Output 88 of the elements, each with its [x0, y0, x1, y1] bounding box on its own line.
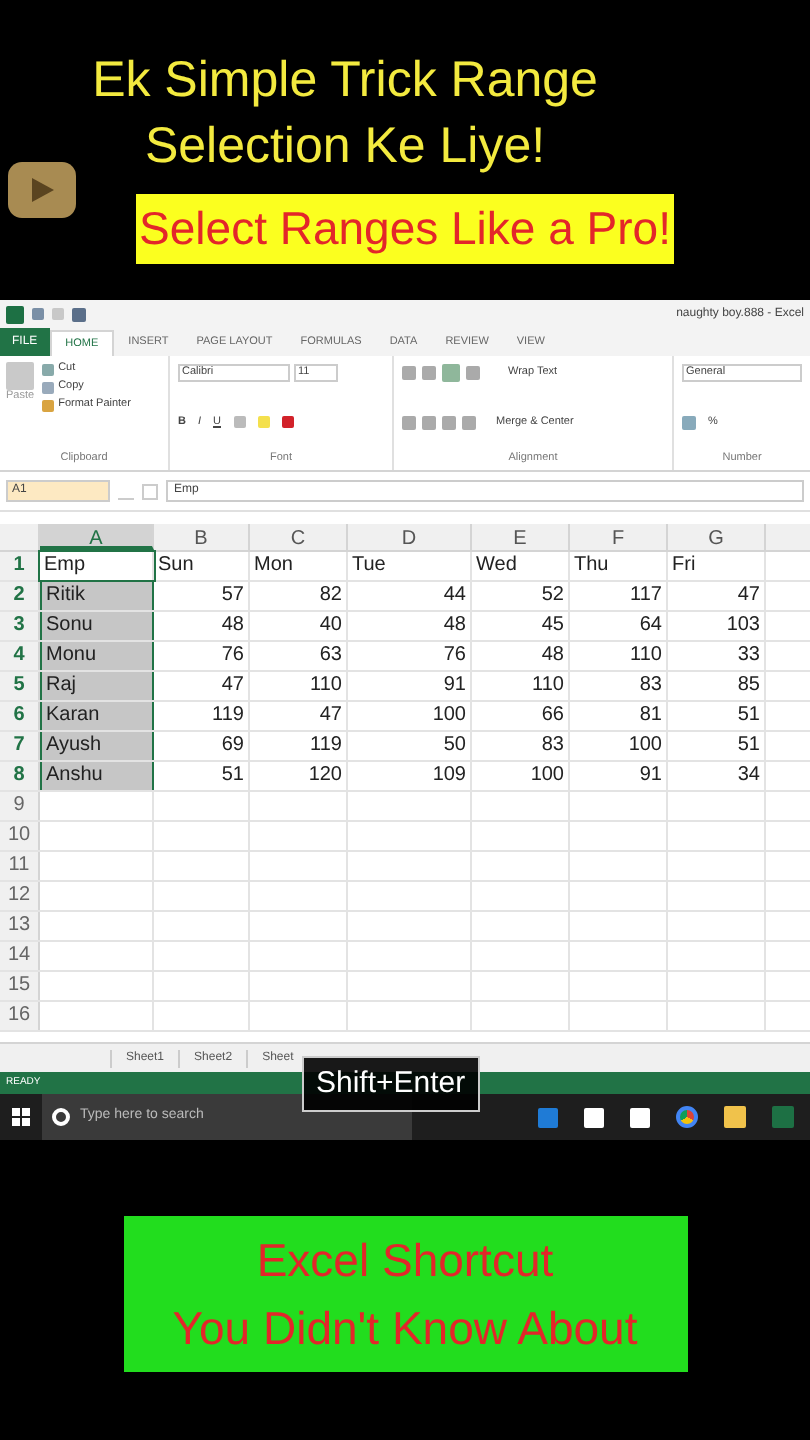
table-cell: 51: [668, 702, 766, 730]
column-header[interactable]: E: [472, 524, 570, 550]
table-cell: 110: [472, 672, 570, 700]
table-cell: 63: [250, 642, 348, 670]
table-cell: Tue: [348, 552, 472, 580]
column-header[interactable]: D: [348, 524, 472, 550]
row-header[interactable]: 15: [0, 972, 40, 1000]
column-header[interactable]: G: [668, 524, 766, 550]
row-header[interactable]: 12: [0, 882, 40, 910]
table-cell: 91: [348, 672, 472, 700]
table-cell: 47: [250, 702, 348, 730]
table-cell: 119: [154, 702, 250, 730]
row-header[interactable]: 3: [0, 612, 40, 640]
table-cell: 48: [348, 612, 472, 640]
column-header[interactable]: A: [40, 524, 154, 550]
table-cell: 33: [668, 642, 766, 670]
cortana-icon: [52, 1108, 70, 1126]
table-cell: 119: [250, 732, 348, 760]
table-cell: Sun: [154, 552, 250, 580]
table-cell: Sonu: [40, 612, 154, 640]
table-cell: 100: [570, 732, 668, 760]
table-cell: 82: [250, 582, 348, 610]
key-overlay: Shift+Enter: [302, 1056, 480, 1112]
table-cell: 66: [472, 702, 570, 730]
table-cell: 50: [348, 732, 472, 760]
row-header[interactable]: 5: [0, 672, 40, 700]
table-cell: 100: [348, 702, 472, 730]
table-cell: Karan: [40, 702, 154, 730]
table-cell: 64: [570, 612, 668, 640]
chrome-icon[interactable]: [676, 1106, 698, 1128]
table-cell: 83: [570, 672, 668, 700]
table-cell: Mon: [250, 552, 348, 580]
row-header[interactable]: 2: [0, 582, 40, 610]
table-cell: 76: [154, 642, 250, 670]
table-cell: 91: [570, 762, 668, 790]
table-cell: 85: [668, 672, 766, 700]
row-header[interactable]: 9: [0, 792, 40, 820]
banner: Select Ranges Like a Pro!: [135, 194, 675, 264]
table-cell: Wed: [472, 552, 570, 580]
column-header[interactable]: F: [570, 524, 668, 550]
table-cell: 34: [668, 762, 766, 790]
table-cell: 100: [472, 762, 570, 790]
row-header[interactable]: 11: [0, 852, 40, 880]
table-cell: 57: [154, 582, 250, 610]
row-header[interactable]: 6: [0, 702, 40, 730]
table-cell: Ritik: [40, 582, 154, 610]
windows-start-icon[interactable]: [12, 1108, 30, 1126]
column-header[interactable]: C: [250, 524, 348, 550]
table-cell: 110: [570, 642, 668, 670]
row-header[interactable]: 14: [0, 942, 40, 970]
table-cell: 110: [250, 672, 348, 700]
table-cell: Anshu: [40, 762, 154, 790]
table-cell: 44: [348, 582, 472, 610]
table-cell: 83: [472, 732, 570, 760]
table-cell: 109: [348, 762, 472, 790]
table-cell: 47: [668, 582, 766, 610]
row-header[interactable]: 7: [0, 732, 40, 760]
table-cell: 117: [570, 582, 668, 610]
play-button-icon: [6, 160, 78, 220]
table-cell: 47: [154, 672, 250, 700]
footer-text: You Didn't Know About: [172, 1300, 638, 1358]
table-cell: 69: [154, 732, 250, 760]
table-cell: 48: [472, 642, 570, 670]
row-header[interactable]: 4: [0, 642, 40, 670]
row-header[interactable]: 13: [0, 912, 40, 940]
table-cell: Raj: [40, 672, 154, 700]
table-cell: 103: [668, 612, 766, 640]
table-cell: 40: [250, 612, 348, 640]
table-cell: 120: [250, 762, 348, 790]
table-cell: Fri: [668, 552, 766, 580]
headline-text: Selection Ke Liye!: [144, 116, 548, 178]
table-cell: 48: [154, 612, 250, 640]
table-cell: Monu: [40, 642, 154, 670]
headline-text: Ek Simple Trick Range: [92, 50, 600, 112]
row-header[interactable]: 1: [0, 552, 40, 580]
table-cell: Emp: [40, 552, 154, 580]
table-cell: 81: [570, 702, 668, 730]
table-cell: 45: [472, 612, 570, 640]
row-header[interactable]: 16: [0, 1002, 40, 1030]
table-cell: 51: [154, 762, 250, 790]
table-cell: 76: [348, 642, 472, 670]
table-cell: 51: [668, 732, 766, 760]
footer-text: Excel Shortcut: [256, 1232, 554, 1290]
row-header[interactable]: 8: [0, 762, 40, 790]
row-header[interactable]: 10: [0, 822, 40, 850]
table-cell: Ayush: [40, 732, 154, 760]
table-cell: Thu: [570, 552, 668, 580]
table-cell: 52: [472, 582, 570, 610]
